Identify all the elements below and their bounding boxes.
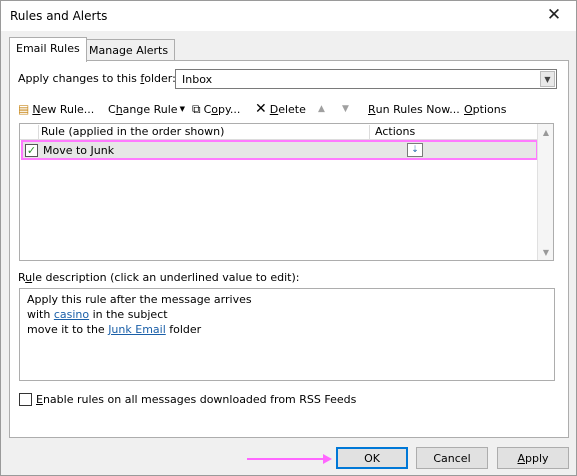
run-rules-now-button[interactable]: Run Rules Now... [368, 99, 460, 119]
description-line: move it to the Junk Email folder [27, 323, 202, 336]
email-rules-panel: Apply changes to this folder: Inbox ▼ ▤ … [9, 60, 569, 438]
junk-email-link[interactable]: Junk Email [108, 323, 166, 336]
column-header-rule[interactable]: Rule (applied in the order shown) [38, 125, 370, 140]
casino-link[interactable]: casino [54, 308, 89, 321]
ok-button[interactable]: OK [336, 447, 408, 469]
rule-name: Move to Junk [43, 144, 115, 157]
tab-email-rules[interactable]: Email Rules [9, 37, 87, 62]
copy-rule-button[interactable]: ⧉ Co py... [192, 99, 240, 119]
rule-enabled-checkbox[interactable]: ✓ [25, 144, 38, 157]
rules-list[interactable]: Rule (applied in the order shown) Action… [19, 123, 554, 261]
rules-list-scrollbar[interactable]: ▲ ▼ [537, 124, 553, 260]
new-rule-button[interactable]: ▤ New Rule... [18, 99, 94, 119]
tab-manage-alerts[interactable]: Manage Alerts [82, 39, 176, 61]
rss-rules-checkbox[interactable] [19, 393, 32, 406]
title-bar: Rules and Alerts ✕ [1, 1, 576, 31]
rule-row[interactable]: ✓ Move to Junk ⇣ [21, 140, 538, 160]
pointer-arrow-icon [247, 454, 332, 464]
folder-select[interactable]: Inbox ▼ [175, 69, 557, 89]
move-to-folder-icon: ⇣ [407, 143, 423, 157]
copy-icon: ⧉ [192, 101, 201, 116]
rules-list-header: Rule (applied in the order shown) Action… [20, 124, 538, 140]
change-rule-button[interactable]: Ch ange Rule ▼ [108, 99, 185, 119]
rules-toolbar: ▤ New Rule... Ch ange Rule ▼ ⧉ Co py... ✕ … [18, 99, 563, 119]
close-icon[interactable]: ✕ [540, 3, 568, 27]
apply-button[interactable]: Apply [497, 447, 569, 469]
scroll-down-icon[interactable]: ▼ [538, 244, 554, 260]
chevron-down-icon[interactable]: ▼ [540, 71, 555, 87]
scroll-up-icon[interactable]: ▲ [538, 124, 554, 140]
description-line: Apply this rule after the message arrive… [27, 293, 252, 306]
move-up-arrow-icon[interactable]: ▲ [318, 99, 325, 119]
rule-description-label: Rule description (click an underlined va… [18, 271, 300, 284]
description-line: with casino in the subject [27, 308, 168, 321]
new-rule-icon: ▤ [18, 102, 30, 116]
tab-manage-alerts-label: Manage Alerts [89, 44, 169, 57]
folder-value: Inbox [182, 73, 213, 86]
column-header-actions[interactable]: Actions [373, 125, 415, 138]
delete-x-icon: ✕ [255, 101, 267, 117]
cancel-button[interactable]: Cancel [416, 447, 488, 469]
chevron-down-icon: ▼ [179, 105, 185, 113]
delete-rule-button[interactable]: ✕ Delete [255, 99, 306, 119]
folder-label: Apply changes to this folder: [18, 72, 176, 85]
window-title: Rules and Alerts [10, 9, 108, 23]
options-button[interactable]: Options [464, 99, 506, 119]
move-down-arrow-icon[interactable]: ▼ [342, 99, 349, 119]
tab-email-rules-label: Email Rules [16, 42, 80, 55]
rule-description-box: Apply this rule after the message arrive… [19, 288, 555, 381]
rules-and-alerts-dialog: Rules and Alerts ✕ Email Rules Manage Al… [0, 0, 577, 476]
rss-rules-label[interactable]: Enable rules on all messages downloaded … [36, 393, 356, 406]
